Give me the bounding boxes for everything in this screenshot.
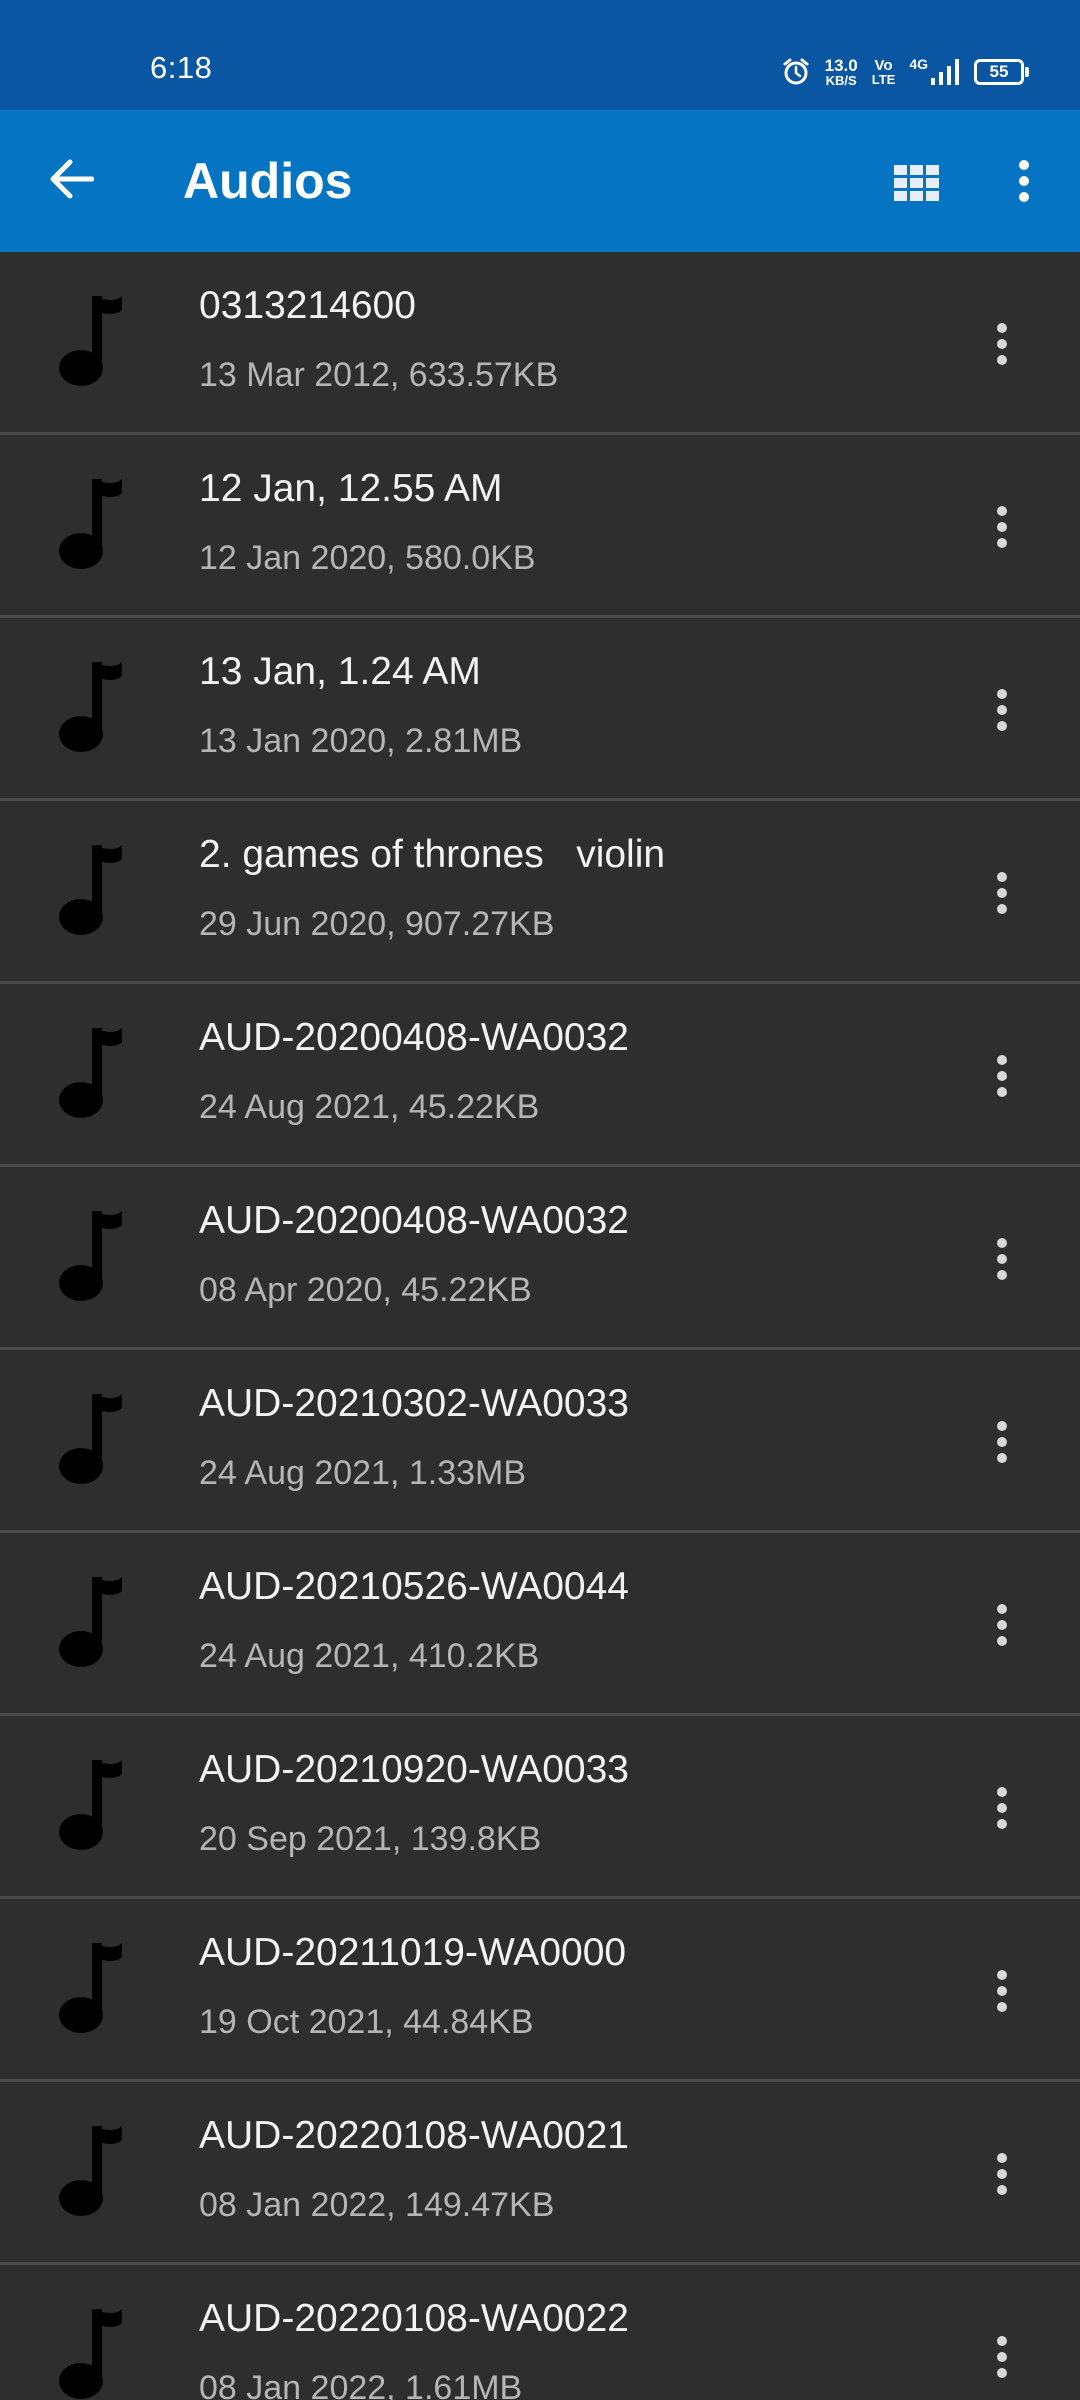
net-speed-value: 13.0: [824, 55, 858, 75]
back-arrow-icon: [48, 159, 95, 204]
status-bar: 6:18 13.0 KB/S Vo LTE 4G 55: [0, 0, 1080, 110]
file-meta: 24 Aug 2021, 410.2KB: [199, 1637, 540, 1675]
battery-level: 55: [989, 62, 1009, 81]
list-item[interactable]: 2. games of thrones violin 29 Jun 2020, …: [0, 801, 1080, 984]
item-more-button[interactable]: [980, 2325, 1024, 2389]
volte-bottom: LTE: [871, 72, 896, 87]
file-name: AUD-20210920-WA0033: [199, 1748, 629, 1791]
file-name: AUD-20200408-WA0032: [199, 1199, 629, 1242]
file-name: 0313214600: [199, 284, 416, 327]
file-name: AUD-20211019-WA0000: [199, 1931, 627, 1974]
list-item[interactable]: AUD-20220108-WA0022 08 Jan 2022, 1.61MB: [0, 2265, 1080, 2400]
app-bar: Audios: [0, 110, 1080, 252]
more-vert-icon: [1018, 159, 1030, 208]
more-vert-icon: [997, 1421, 1007, 1463]
music-note-icon: [59, 845, 122, 935]
list-item[interactable]: AUD-20210920-WA0033 20 Sep 2021, 139.8KB: [0, 1716, 1080, 1899]
music-note-icon: [59, 1211, 122, 1301]
more-vert-icon: [997, 1604, 1007, 1646]
net-speed: 13.0 KB/S: [824, 55, 858, 88]
file-name: AUD-20200408-WA0032: [199, 1016, 629, 1059]
back-button[interactable]: [40, 150, 102, 212]
file-name: 13 Jan, 1.24 AM: [199, 650, 481, 693]
music-note-icon: [59, 296, 122, 386]
music-note-icon: [59, 1028, 122, 1118]
item-more-button[interactable]: [980, 495, 1024, 559]
more-vert-icon: [997, 1055, 1007, 1097]
file-meta: 29 Jun 2020, 907.27KB: [199, 905, 555, 943]
file-name: AUD-20210526-WA0044: [199, 1565, 629, 1608]
alarm-icon: [781, 57, 811, 87]
file-meta: 24 Aug 2021, 1.33MB: [199, 1454, 527, 1492]
music-note-icon: [59, 1760, 122, 1850]
network-type: 4G: [909, 56, 928, 72]
file-meta: 19 Oct 2021, 44.84KB: [199, 2003, 534, 2041]
item-more-button[interactable]: [980, 1410, 1024, 1474]
file-meta: 24 Aug 2021, 45.22KB: [199, 1088, 540, 1126]
volte-indicator: Vo LTE: [872, 58, 896, 86]
file-meta: 08 Jan 2022, 149.47KB: [199, 2186, 555, 2224]
file-list: 0313214600 13 Mar 2012, 633.57KB 12 Jan,…: [0, 252, 1080, 2400]
item-more-button[interactable]: [980, 1959, 1024, 2023]
music-note-icon: [59, 1943, 122, 2033]
page-title: Audios: [183, 153, 353, 209]
music-note-icon: [59, 1394, 122, 1484]
list-item[interactable]: AUD-20210302-WA0033 24 Aug 2021, 1.33MB: [0, 1350, 1080, 1533]
list-item[interactable]: 0313214600 13 Mar 2012, 633.57KB: [0, 252, 1080, 435]
item-more-button[interactable]: [980, 1044, 1024, 1108]
network-indicator: 4G: [909, 56, 960, 86]
grid-view-icon: [894, 164, 940, 206]
file-meta: 20 Sep 2021, 139.8KB: [199, 1820, 542, 1858]
overflow-menu-button[interactable]: [1000, 152, 1048, 214]
item-more-button[interactable]: [980, 1593, 1024, 1657]
file-name: AUD-20210302-WA0033: [199, 1382, 629, 1425]
more-vert-icon: [997, 2336, 1007, 2378]
item-more-button[interactable]: [980, 1776, 1024, 1840]
file-meta: 13 Mar 2012, 633.57KB: [199, 356, 559, 394]
item-more-button[interactable]: [980, 861, 1024, 925]
music-note-icon: [59, 662, 122, 752]
music-note-icon: [59, 479, 122, 569]
file-name: 2. games of thrones violin: [199, 833, 666, 876]
more-vert-icon: [997, 689, 1007, 731]
more-vert-icon: [997, 1238, 1007, 1280]
file-name: 12 Jan, 12.55 AM: [199, 467, 503, 510]
item-more-button[interactable]: [980, 2142, 1024, 2206]
more-vert-icon: [997, 1787, 1007, 1829]
list-item[interactable]: AUD-20211019-WA0000 19 Oct 2021, 44.84KB: [0, 1899, 1080, 2082]
list-item[interactable]: 12 Jan, 12.55 AM 12 Jan 2020, 580.0KB: [0, 435, 1080, 618]
list-item[interactable]: AUD-20200408-WA0032 08 Apr 2020, 45.22KB: [0, 1167, 1080, 1350]
music-note-icon: [59, 2309, 122, 2399]
list-item[interactable]: 13 Jan, 1.24 AM 13 Jan 2020, 2.81MB: [0, 618, 1080, 801]
file-meta: 08 Apr 2020, 45.22KB: [199, 1271, 532, 1309]
music-note-icon: [59, 1577, 122, 1667]
item-more-button[interactable]: [980, 1227, 1024, 1291]
file-meta: 13 Jan 2020, 2.81MB: [199, 722, 523, 760]
item-more-button[interactable]: [980, 312, 1024, 376]
status-time: 6:18: [150, 50, 213, 85]
music-note-icon: [59, 2126, 122, 2216]
more-vert-icon: [997, 1970, 1007, 2012]
more-vert-icon: [997, 2153, 1007, 2195]
item-more-button[interactable]: [980, 678, 1024, 742]
battery-icon: 55: [974, 59, 1029, 85]
volte-top: Vo: [874, 57, 893, 74]
more-vert-icon: [997, 506, 1007, 548]
list-item[interactable]: AUD-20210526-WA0044 24 Aug 2021, 410.2KB: [0, 1533, 1080, 1716]
list-item[interactable]: AUD-20200408-WA0032 24 Aug 2021, 45.22KB: [0, 984, 1080, 1167]
file-name: AUD-20220108-WA0022: [199, 2297, 629, 2340]
more-vert-icon: [997, 323, 1007, 365]
signal-icon: [930, 58, 960, 86]
status-icons: 13.0 KB/S Vo LTE 4G 55: [781, 52, 1029, 92]
net-speed-unit: KB/S: [825, 72, 857, 88]
file-meta: 08 Jan 2022, 1.61MB: [199, 2369, 523, 2400]
list-item[interactable]: AUD-20220108-WA0021 08 Jan 2022, 149.47K…: [0, 2082, 1080, 2265]
file-meta: 12 Jan 2020, 580.0KB: [199, 539, 536, 577]
file-name: AUD-20220108-WA0021: [199, 2114, 629, 2157]
more-vert-icon: [997, 872, 1007, 914]
grid-view-button[interactable]: [888, 156, 946, 214]
